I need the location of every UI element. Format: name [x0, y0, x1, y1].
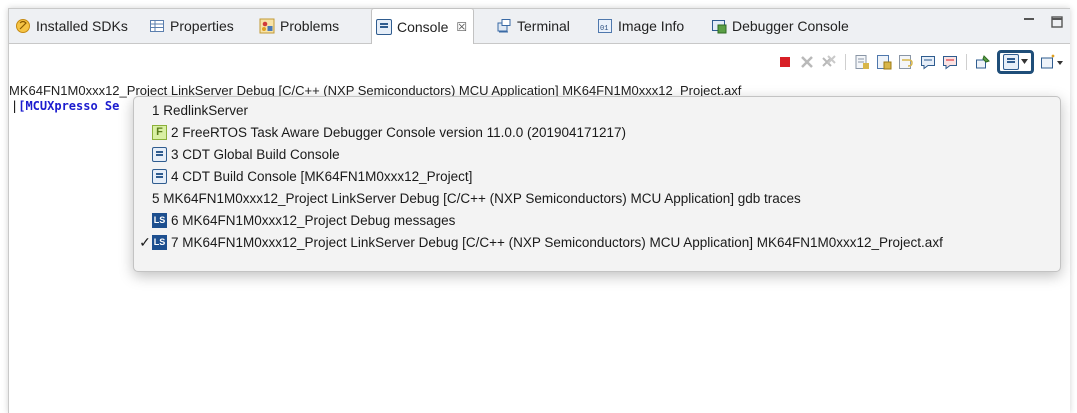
properties-icon [149, 18, 165, 34]
menu-item-label: 5 MK64FN1M0xxx12_Project LinkServer Debu… [152, 190, 801, 206]
image-info-icon: 01 [597, 18, 613, 34]
tab-console[interactable]: Console ☒ [371, 8, 475, 44]
window-controls [1022, 15, 1064, 32]
tab-debugger-console[interactable]: Debugger Console [707, 9, 855, 43]
terminal-icon [496, 18, 512, 34]
toolbar-separator [845, 54, 846, 70]
menu-item-gdb-traces[interactable]: 5 MK64FN1M0xxx12_Project LinkServer Debu… [134, 187, 801, 209]
chevron-down-icon [1021, 59, 1028, 64]
console-select-menu: 1 RedlinkServer F 2 FreeRTOS Task Aware … [133, 96, 1061, 272]
toolbar-separator [966, 54, 967, 70]
clear-console-icon[interactable] [854, 54, 870, 70]
pin-console-icon[interactable] [975, 54, 991, 70]
menu-item-cdt-global-build-console[interactable]: 3 CDT Global Build Console [134, 143, 340, 165]
tab-label: Terminal [517, 18, 570, 34]
view-tab-bar: Installed SDKs Properties Problems Conso… [9, 8, 1070, 44]
terminate-icon[interactable] [777, 54, 793, 70]
scroll-lock-icon[interactable] [876, 54, 892, 70]
console-icon [152, 168, 167, 184]
display-selected-console-button[interactable] [997, 50, 1034, 74]
console-output: |[MCUXpresso Se [11, 99, 119, 113]
show-console-on-stdout-icon[interactable] [920, 54, 936, 70]
tab-properties[interactable]: Properties [145, 9, 240, 43]
open-console-button[interactable] [1040, 54, 1064, 70]
minimize-icon[interactable] [1022, 15, 1036, 32]
console-icon [152, 146, 167, 162]
maximize-icon[interactable] [1050, 15, 1064, 32]
menu-item-label: 3 CDT Global Build Console [171, 146, 340, 162]
tab-label: Console [397, 18, 449, 35]
menu-item-label: 2 FreeRTOS Task Aware Debugger Console v… [171, 124, 627, 140]
console-icon [376, 18, 392, 35]
svg-text:01: 01 [600, 25, 608, 33]
console-toolbar [777, 50, 1064, 74]
sdk-icon [15, 18, 31, 34]
tab-terminal[interactable]: Terminal [492, 9, 576, 43]
close-icon[interactable]: ☒ [456, 20, 467, 34]
tab-label: Problems [280, 18, 340, 34]
menu-item-label: 7 MK64FN1M0xxx12_Project LinkServer Debu… [171, 234, 943, 250]
linkserver-icon: LS [152, 212, 167, 228]
word-wrap-icon[interactable] [898, 54, 914, 70]
menu-item-linkserver-debug-axf[interactable]: ✓ LS 7 MK64FN1M0xxx12_Project LinkServer… [134, 231, 943, 253]
console-view: Installed SDKs Properties Problems Conso… [8, 8, 1070, 413]
console-icon [1003, 54, 1019, 70]
linkserver-icon: LS [152, 234, 167, 250]
problems-icon [259, 18, 275, 34]
freertos-icon: F [152, 124, 167, 140]
tab-installed-sdks[interactable]: Installed SDKs [11, 9, 134, 43]
console-output-line: [MCUXpresso Se [18, 99, 120, 113]
tab-image-info[interactable]: 01 Image Info [593, 9, 690, 43]
tab-label: Installed SDKs [36, 18, 128, 34]
tab-label: Properties [170, 18, 234, 34]
menu-item-label: 4 CDT Build Console [MK64FN1M0xxx12_Proj… [171, 168, 473, 184]
debugger-console-icon [711, 18, 727, 34]
menu-item-debug-messages[interactable]: LS 6 MK64FN1M0xxx12_Project Debug messag… [134, 209, 455, 231]
show-console-on-stderr-icon[interactable] [942, 54, 958, 70]
menu-item-label: 6 MK64FN1M0xxx12_Project Debug messages [171, 212, 456, 228]
remove-all-terminated-icon[interactable] [821, 54, 837, 70]
menu-item-cdt-build-console[interactable]: 4 CDT Build Console [MK64FN1M0xxx12_Proj… [134, 165, 472, 187]
checkmark-icon: ✓ [139, 233, 151, 250]
tab-label: Image Info [618, 18, 685, 34]
tab-problems[interactable]: Problems [255, 9, 345, 43]
menu-item-redlinkserver[interactable]: 1 RedlinkServer [134, 99, 248, 121]
menu-item-label: 1 RedlinkServer [152, 102, 249, 118]
remove-launch-icon[interactable] [799, 54, 815, 70]
tab-label: Debugger Console [732, 18, 849, 34]
menu-item-freertos-console[interactable]: F 2 FreeRTOS Task Aware Debugger Console… [134, 121, 626, 143]
